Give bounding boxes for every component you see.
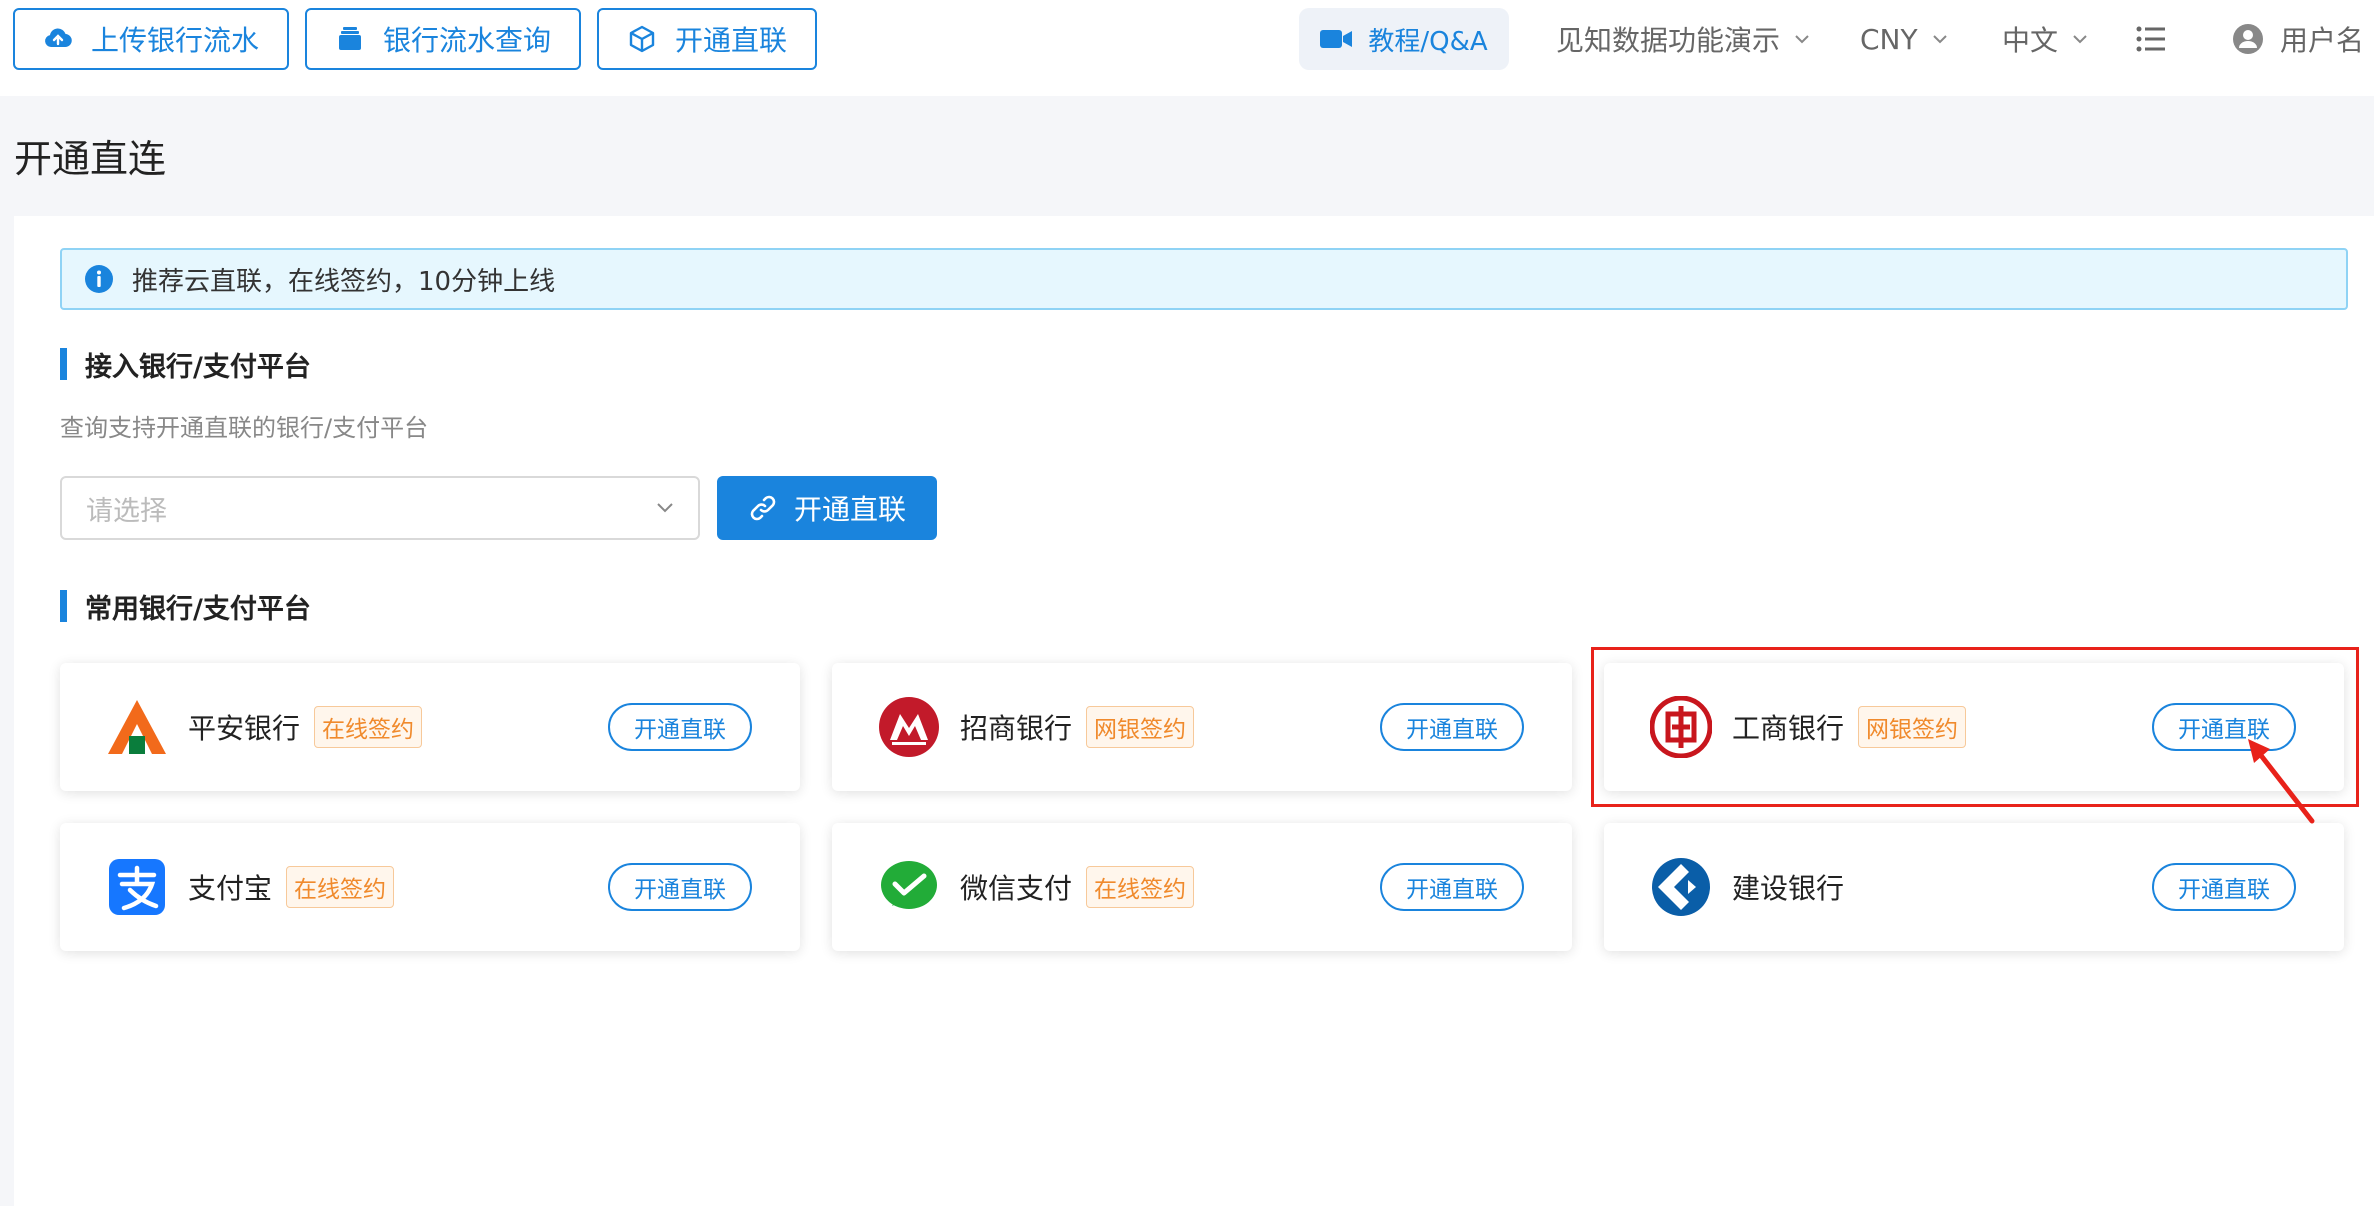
bank-select-placeholder: 请选择 (86, 495, 167, 527)
section-title-common: 常用银行/支付平台 (60, 590, 311, 625)
bank-card-ccb: 建设银行 开通直联 (1604, 823, 2344, 951)
open-direct-link-button[interactable]: 开通直联 (608, 863, 752, 911)
video-camera-icon (1320, 28, 1353, 50)
cloud-upload-icon (43, 24, 73, 54)
bank-card-cmb: 招商银行 网银签约 开通直联 (832, 663, 1572, 791)
info-alert: 推荐云直联，在线签约，10分钟上线 (60, 248, 2348, 310)
language-dropdown[interactable]: 中文 (2002, 8, 2088, 70)
sign-type-tag: 在线签约 (314, 706, 423, 748)
user-avatar-icon (2232, 23, 2264, 55)
tutorial-label: 教程/Q&A (1368, 26, 1488, 57)
open-direct-link-button[interactable]: 开通直联 (2152, 703, 2296, 751)
company-label: 见知数据功能演示 (1556, 24, 1781, 57)
bank-card-pingan: 平安银行 在线签约 开通直联 (60, 663, 800, 791)
pingan-logo-icon (106, 696, 168, 758)
bank-name: 工商银行 (1732, 712, 1845, 745)
open-direct-link-button[interactable]: 开通直联 (1380, 703, 1524, 751)
open-direct-link-button[interactable]: 开通直联 (1380, 863, 1524, 911)
sign-type-tag: 在线签约 (1086, 866, 1195, 908)
open-direct-link-button[interactable]: 开通直联 (608, 703, 752, 751)
user-name: 用户名 (2280, 24, 2365, 57)
stack-icon (335, 24, 365, 54)
currency-dropdown[interactable]: CNY (1860, 8, 1948, 70)
user-menu[interactable]: 用户名 (2232, 8, 2364, 70)
statement-query-label: 银行流水查询 (382, 24, 551, 57)
chevron-down-icon (656, 502, 674, 514)
top-bar: 上传银行流水 银行流水查询 开通直联 教程/Q&A 见知数据功能演示 CNY 中… (0, 0, 2374, 96)
list-menu-icon[interactable] (2136, 26, 2166, 52)
bank-name: 建设银行 (1732, 872, 1845, 905)
open-direct-link-nav-button[interactable]: 开通直联 (597, 8, 817, 70)
sign-type-tag: 网银签约 (1086, 706, 1195, 748)
open-direct-link-button[interactable]: 开通直联 (2152, 863, 2296, 911)
tutorial-button[interactable]: 教程/Q&A (1299, 8, 1509, 70)
info-alert-text: 推荐云直联，在线签约，10分钟上线 (132, 266, 556, 297)
page-title: 开通直连 (14, 137, 167, 181)
language-label: 中文 (2002, 24, 2059, 57)
bank-name: 微信支付 (960, 872, 1073, 905)
main-panel: 推荐云直联，在线签约，10分钟上线 接入银行/支付平台 查询支持开通直联的银行/… (14, 216, 2374, 1206)
info-icon (84, 264, 114, 294)
wechat-pay-logo-icon (878, 856, 940, 918)
alipay-logo-icon (106, 856, 168, 918)
bank-card-wechat-pay: 微信支付 在线签约 开通直联 (832, 823, 1572, 951)
sign-type-tag: 网银签约 (1858, 706, 1967, 748)
chevron-down-icon (1794, 34, 1810, 44)
bank-name: 招商银行 (960, 712, 1073, 745)
cmb-logo-icon (878, 696, 940, 758)
bank-name: 平安银行 (188, 712, 301, 745)
section-desc-connect: 查询支持开通直联的银行/支付平台 (60, 414, 429, 442)
company-dropdown[interactable]: 见知数据功能演示 (1556, 8, 1810, 70)
bank-name: 支付宝 (188, 872, 273, 905)
cube-icon (627, 24, 657, 54)
bank-select[interactable]: 请选择 (60, 476, 700, 540)
open-direct-link-nav-label: 开通直联 (674, 24, 787, 57)
chevron-down-icon (2072, 34, 2088, 44)
currency-label: CNY (1860, 22, 1918, 56)
link-icon (748, 493, 778, 523)
bank-card-icbc: 工商银行 网银签约 开通直联 (1604, 663, 2344, 791)
bank-card-alipay: 支付宝 在线签约 开通直联 (60, 823, 800, 951)
statement-query-button[interactable]: 银行流水查询 (305, 8, 581, 70)
section-title-connect: 接入银行/支付平台 (60, 348, 311, 383)
chevron-down-icon (1932, 34, 1948, 44)
ccb-logo-icon (1650, 856, 1712, 918)
icbc-logo-icon (1650, 696, 1712, 758)
sign-type-tag: 在线签约 (286, 866, 395, 908)
open-direct-link-label: 开通直联 (793, 493, 906, 526)
upload-statement-label: 上传银行流水 (90, 24, 259, 57)
upload-statement-button[interactable]: 上传银行流水 (13, 8, 289, 70)
open-direct-link-button[interactable]: 开通直联 (717, 476, 937, 540)
